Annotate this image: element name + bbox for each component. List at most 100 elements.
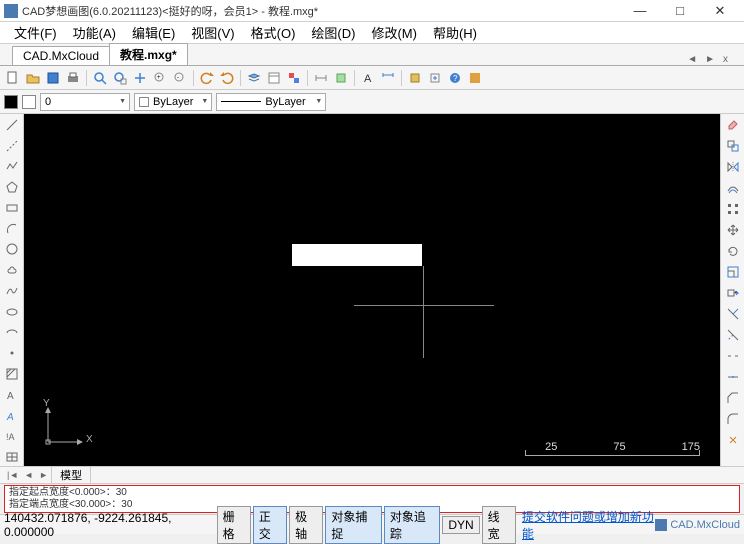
color-white-icon[interactable] (22, 95, 36, 109)
circle-icon[interactable] (3, 241, 21, 259)
distance-icon[interactable] (312, 69, 330, 87)
trim-icon[interactable] (724, 305, 742, 323)
menu-modify[interactable]: 修改(M) (363, 23, 425, 42)
model-tab[interactable]: 模型 (51, 467, 91, 483)
join-icon[interactable] (724, 368, 742, 386)
menu-view[interactable]: 视图(V) (183, 23, 242, 42)
array-icon[interactable] (724, 200, 742, 218)
zoom-out-icon[interactable]: - (171, 69, 189, 87)
menu-edit[interactable]: 编辑(E) (124, 23, 183, 42)
extend-icon[interactable] (724, 326, 742, 344)
hatch-icon[interactable] (3, 365, 21, 383)
lineweight-toggle[interactable]: 线宽 (482, 506, 516, 544)
copy-icon[interactable] (724, 137, 742, 155)
mtext-icon[interactable]: A (3, 386, 21, 404)
rectangle-icon[interactable] (3, 199, 21, 217)
fillet-icon[interactable] (724, 410, 742, 428)
insert-icon[interactable] (426, 69, 444, 87)
menu-format[interactable]: 格式(O) (243, 23, 304, 42)
text-tool-icon[interactable]: A (3, 407, 21, 425)
new-icon[interactable] (4, 69, 22, 87)
attribute-icon[interactable]: !A (3, 427, 21, 445)
spline-icon[interactable] (3, 282, 21, 300)
minimize-button[interactable]: — (620, 0, 660, 22)
scale-tool-icon[interactable] (724, 263, 742, 281)
otrack-toggle[interactable]: 对象追踪 (384, 506, 440, 544)
print-icon[interactable] (64, 69, 82, 87)
tab-next[interactable]: ► (701, 54, 719, 65)
properties-toolbar: 0 ByLayer ByLayer (0, 90, 744, 114)
block-icon[interactable] (406, 69, 424, 87)
explode-icon[interactable] (724, 431, 742, 449)
mirror-icon[interactable] (724, 158, 742, 176)
menu-help[interactable]: 帮助(H) (425, 23, 485, 42)
window-title: CAD梦想画图(6.0.20211123)<挺好的呀，会员1> - 教程.mxg… (22, 3, 620, 19)
point-icon[interactable] (3, 344, 21, 362)
osnap-toggle[interactable]: 对象捕捉 (325, 506, 381, 544)
svg-text:?: ? (453, 74, 458, 83)
polygon-icon[interactable] (3, 178, 21, 196)
redo-icon[interactable] (218, 69, 236, 87)
chamfer-icon[interactable] (724, 389, 742, 407)
linetype-dropdown[interactable]: ByLayer (216, 93, 326, 111)
color-black-icon[interactable] (4, 95, 18, 109)
zoom-window-icon[interactable] (111, 69, 129, 87)
offset-icon[interactable] (724, 179, 742, 197)
arc-icon[interactable] (3, 220, 21, 238)
polyline-icon[interactable] (3, 158, 21, 176)
text-icon[interactable]: A (359, 69, 377, 87)
stretch-icon[interactable] (724, 284, 742, 302)
color-dropdown[interactable]: ByLayer (134, 93, 212, 111)
match-icon[interactable] (285, 69, 303, 87)
erase-icon[interactable] (724, 116, 742, 134)
coordinates: 140432.071876, -9224.261845, 0.000000 (4, 511, 209, 539)
dim-icon[interactable] (379, 69, 397, 87)
pan-icon[interactable] (131, 69, 149, 87)
zoom-in-icon[interactable]: + (151, 69, 169, 87)
maximize-button[interactable]: □ (660, 0, 700, 22)
break-icon[interactable] (724, 347, 742, 365)
layer-icon[interactable] (245, 69, 263, 87)
revcloud-icon[interactable] (3, 261, 21, 279)
ellipse-icon[interactable] (3, 303, 21, 321)
more-icon[interactable] (466, 69, 484, 87)
layout-next-icon[interactable]: ► (36, 470, 51, 480)
grid-toggle[interactable]: 栅格 (217, 506, 251, 544)
save-icon[interactable] (44, 69, 62, 87)
table-icon[interactable] (3, 448, 21, 466)
menu-file[interactable]: 文件(F) (6, 23, 65, 42)
tab-prev[interactable]: ◄ (683, 54, 701, 65)
tab-cloud[interactable]: CAD.MxCloud (12, 46, 110, 65)
help-icon[interactable]: ? (446, 69, 464, 87)
doc-tabbar: CAD.MxCloud 教程.mxg* ◄ ► x (0, 44, 744, 66)
ucs-icon: Y X (38, 402, 88, 452)
layer-dropdown[interactable]: 0 (40, 93, 130, 111)
feedback-link[interactable]: 提交软件问题或增加新功能 (522, 508, 655, 542)
menu-draw[interactable]: 绘图(D) (303, 23, 363, 42)
layout-prev-icon[interactable]: ◄ (21, 470, 36, 480)
dyn-toggle[interactable]: DYN (442, 516, 479, 534)
ortho-toggle[interactable]: 正交 (253, 506, 287, 544)
open-icon[interactable] (24, 69, 42, 87)
ray-icon[interactable] (3, 137, 21, 155)
polar-toggle[interactable]: 极轴 (289, 506, 323, 544)
tab-close[interactable]: x (719, 54, 732, 65)
layout-first-icon[interactable]: |◄ (4, 470, 21, 480)
area-icon[interactable] (332, 69, 350, 87)
close-button[interactable]: ✕ (700, 0, 740, 22)
ucs-x-label: X (86, 434, 93, 445)
undo-icon[interactable] (198, 69, 216, 87)
move-icon[interactable] (724, 221, 742, 239)
tab-tutorial[interactable]: 教程.mxg* (109, 43, 188, 65)
draw-toolbar: A A !A (0, 114, 24, 466)
app-icon (4, 4, 18, 18)
linetype-value: ByLayer (265, 96, 305, 108)
modify-toolbar (720, 114, 744, 466)
line-icon[interactable] (3, 116, 21, 134)
menu-func[interactable]: 功能(A) (65, 23, 124, 42)
drawing-canvas[interactable]: Y X 25 75 175 (24, 114, 720, 466)
ellipse-arc-icon[interactable] (3, 324, 21, 342)
rotate-icon[interactable] (724, 242, 742, 260)
zoom-extents-icon[interactable] (91, 69, 109, 87)
properties-icon[interactable] (265, 69, 283, 87)
